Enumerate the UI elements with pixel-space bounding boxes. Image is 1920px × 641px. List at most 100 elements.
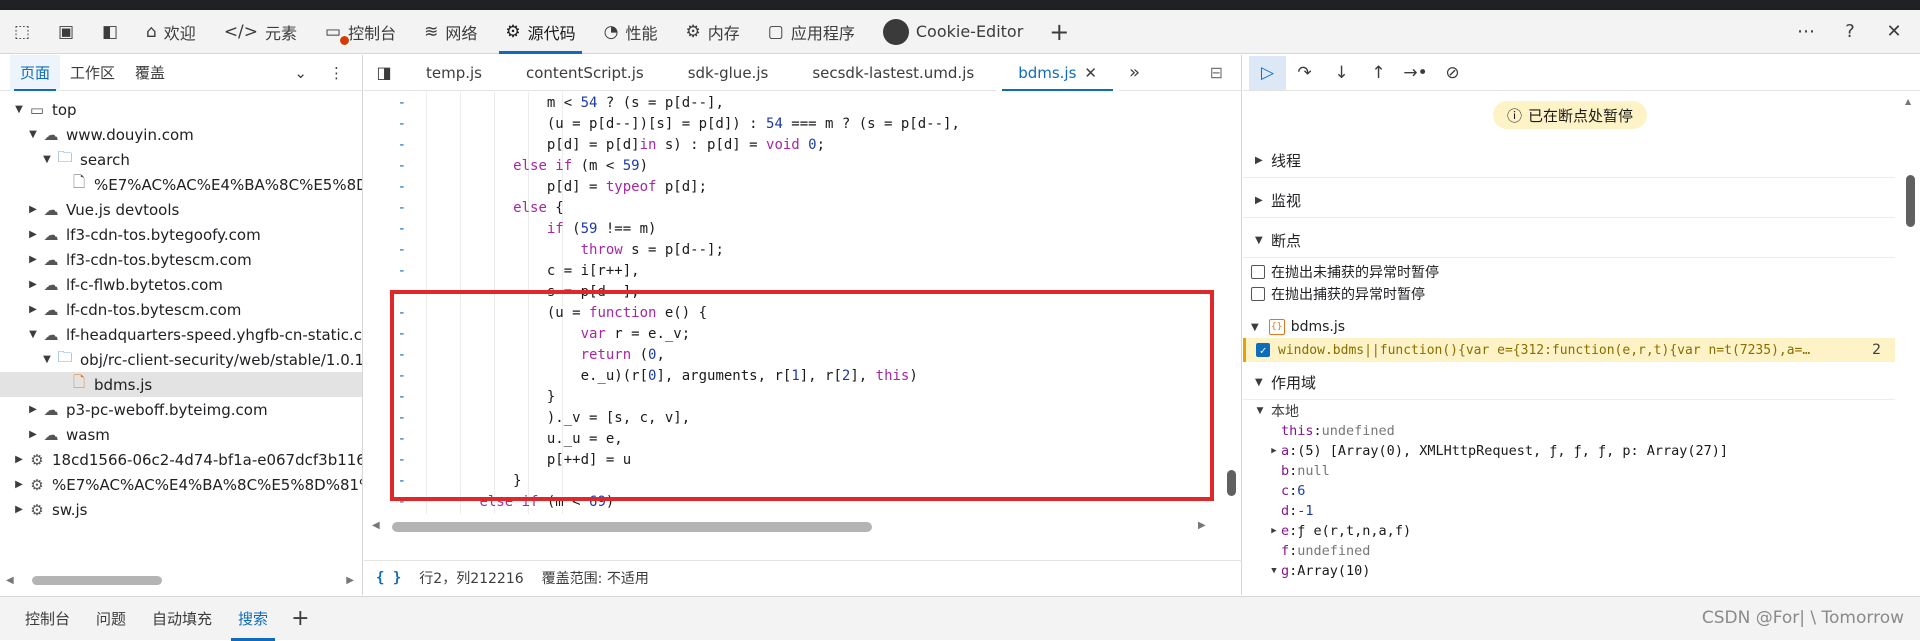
step-icon[interactable]: →• — [1397, 56, 1434, 90]
tab-console[interactable]: ▭ 控制台 — [311, 10, 410, 54]
file-tab[interactable]: temp.js — [404, 55, 504, 91]
tab-application[interactable]: ▢ 应用程序 — [754, 10, 869, 54]
section-threads[interactable]: ▶ 线程 — [1243, 144, 1895, 178]
step-into-icon[interactable]: ↓ — [1323, 56, 1360, 90]
code-line[interactable]: - if (59 !== m) — [364, 218, 1222, 239]
code-line[interactable]: - if (m < 67) { — [364, 512, 1222, 514]
code-line[interactable]: - else if (m < 59) — [364, 155, 1222, 176]
pause-caught-checkbox[interactable] — [1251, 287, 1265, 301]
tree-item[interactable]: ▶ ☁ lf3-cdn-tos.bytescm.com — [0, 247, 362, 272]
step-over-icon[interactable]: ↷ — [1286, 56, 1323, 90]
pause-uncaught-checkbox[interactable] — [1251, 265, 1265, 279]
sidebar-vertical-scrollbar[interactable]: ▲ — [1904, 95, 1916, 595]
drawer-tab[interactable]: 控制台 — [12, 597, 83, 641]
tree-item[interactable]: ▼ ▭ top — [0, 97, 362, 122]
code-line[interactable]: - p[d] = typeof p[d]; — [364, 176, 1222, 197]
more-options-icon[interactable]: ⋯ — [1786, 12, 1826, 52]
add-drawer-tab-button[interactable]: + — [281, 606, 319, 631]
chevron-down-icon[interactable]: ⌄ — [294, 64, 307, 82]
device-emulation-icon[interactable]: ▣ — [44, 10, 88, 54]
line-gutter[interactable]: - — [364, 116, 412, 132]
tree-item[interactable]: ▶ ☁ lf-cdn-tos.bytescm.com — [0, 297, 362, 322]
toggle-navigator-icon[interactable]: ◨ — [364, 63, 404, 82]
tree-item[interactable]: ▶ ☁ Vue.js devtools — [0, 197, 362, 222]
tree-item[interactable]: 🗋 bdms.js — [0, 372, 362, 397]
scroll-left-icon[interactable]: ◀ — [372, 520, 380, 531]
scrollbar-thumb[interactable] — [1906, 175, 1915, 227]
code-line[interactable]: - p[d] = p[d]in s) : p[d] = void 0; — [364, 134, 1222, 155]
scrollbar-thumb[interactable] — [32, 575, 162, 585]
tab-wifi[interactable]: ≋ 网络 — [410, 10, 491, 54]
file-tab[interactable]: contentScript.js — [504, 55, 666, 91]
file-tab[interactable]: secsdk-lastest.umd.js — [790, 55, 996, 91]
scope-variable[interactable]: ▶ a: (5) [Array(0), XMLHttpRequest, ƒ, ƒ,… — [1243, 441, 1895, 461]
scroll-right-icon[interactable]: ▶ — [1198, 520, 1206, 531]
tab-home[interactable]: ⌂ 欢迎 — [132, 10, 210, 54]
tree-item[interactable]: ▶ ☁ lf3-cdn-tos.bytegoofy.com — [0, 222, 362, 247]
toggle-sidebar-icon[interactable]: ◧ — [88, 10, 132, 54]
editor-horizontal-scrollbar[interactable]: ◀ ▶ — [364, 517, 1222, 537]
scope-variable[interactable]: this: undefined — [1243, 421, 1895, 441]
tree-item[interactable]: ▶ ⚙ 18cd1566-06c2-4d74-bf1a-e067dcf3b116 — [0, 447, 362, 472]
navigator-horizontal-scrollbar[interactable]: ◀ ▶ — [6, 573, 358, 587]
scope-variable[interactable]: b: null — [1243, 461, 1895, 481]
drawer-tab[interactable]: 搜索 — [225, 597, 281, 641]
scope-variable[interactable]: d: -1 — [1243, 501, 1895, 521]
tab-memory[interactable]: ⚙ 内存 — [672, 10, 754, 54]
close-devtools-icon[interactable]: ✕ — [1874, 12, 1914, 52]
tree-item[interactable]: 🗋 %E7%AC%AC%E4%BA%8C%E5%8D%8 — [0, 172, 362, 197]
breakpoint-checkbox[interactable]: ✓ — [1256, 343, 1270, 357]
line-gutter[interactable]: - — [364, 95, 412, 111]
pause-caught-row[interactable]: 在抛出捕获的异常时暂停 — [1251, 283, 1425, 305]
tree-item[interactable]: ▶ ☁ wasm — [0, 422, 362, 447]
inspect-element-icon[interactable]: ⬚ — [0, 10, 44, 54]
tree-item[interactable]: ▶ ☁ lf-c-flwb.bytetos.com — [0, 272, 362, 297]
breakpoint-file-row[interactable]: ▼ {} bdms.js — [1251, 316, 1345, 338]
drawer-tab[interactable]: 问题 — [83, 597, 139, 641]
code-line[interactable]: - m < 54 ? (s = p[d--], — [364, 92, 1222, 113]
add-tool-button[interactable]: + — [1037, 10, 1081, 54]
breakpoint-entry[interactable]: ✓ window.bdms||function(){var e={312:fun… — [1243, 338, 1895, 362]
line-gutter[interactable]: - — [364, 137, 412, 153]
resume-icon[interactable]: ▷ — [1249, 55, 1286, 90]
line-gutter[interactable]: - — [364, 200, 412, 216]
tab-overrides[interactable]: 覆盖 — [125, 55, 175, 91]
tree-item[interactable]: ▼ 🗀 search — [0, 147, 362, 172]
tree-item[interactable]: ▼ ☁ lf-headquarters-speed.yhgfb-cn-static.… — [0, 322, 362, 347]
step-out-icon[interactable]: ↑ — [1360, 56, 1397, 90]
file-tab[interactable]: bdms.js ✕ — [996, 54, 1119, 91]
tab-performance[interactable]: ◔ 性能 — [590, 10, 672, 54]
tree-item[interactable]: ▶ ☁ p3-pc-weboff.byteimg.com — [0, 397, 362, 422]
scope-variable[interactable]: c: 6 — [1243, 481, 1895, 501]
line-gutter[interactable]: - — [364, 179, 412, 195]
drawer-tab[interactable]: 自动填充 — [139, 597, 225, 641]
scrollbar-thumb[interactable] — [1227, 470, 1236, 496]
section-breakpoints[interactable]: ▼ 断点 — [1243, 224, 1895, 258]
line-gutter[interactable]: - — [364, 263, 412, 279]
tree-item[interactable]: ▼ ☁ www.douyin.com — [0, 122, 362, 147]
code-line[interactable]: - (u = p[d--])[s] = p[d]) : 54 === m ? (… — [364, 113, 1222, 134]
line-gutter[interactable]: - — [364, 158, 412, 174]
scroll-right-icon[interactable]: ▶ — [346, 575, 354, 586]
scope-variable[interactable]: ▶ e: ƒ e(r,t,n,a,f) — [1243, 521, 1895, 541]
help-icon[interactable]: ? — [1830, 12, 1870, 52]
line-gutter[interactable]: - — [364, 221, 412, 237]
tab-page[interactable]: 页面 — [10, 54, 61, 91]
section-watch[interactable]: ▶ 监视 — [1243, 184, 1895, 218]
close-tab-icon[interactable]: ✕ — [1084, 64, 1097, 82]
file-tab[interactable]: sdk-glue.js — [666, 55, 791, 91]
scroll-left-icon[interactable]: ◀ — [6, 575, 14, 586]
deactivate-breakpoints-icon[interactable]: ⊘ — [1434, 56, 1471, 90]
tab-code-brackets[interactable]: </> 元素 — [210, 10, 311, 54]
tree-item[interactable]: ▼ 🗀 obj/rc-client-security/web/stable/1.0.… — [0, 347, 362, 372]
pretty-print-button[interactable]: { } — [376, 570, 401, 586]
tab-sources[interactable]: ⚙ 源代码 — [491, 10, 589, 54]
code-line[interactable]: - throw s = p[d--]; — [364, 239, 1222, 260]
tree-item[interactable]: ▶ ⚙ sw.js — [0, 497, 362, 522]
section-scope[interactable]: ▼ 作用域 — [1243, 366, 1895, 400]
more-tabs-icon[interactable]: » — [1119, 62, 1150, 83]
scope-variable[interactable]: f: undefined — [1243, 541, 1895, 561]
code-line[interactable]: - else { — [364, 197, 1222, 218]
scrollbar-thumb[interactable] — [392, 522, 872, 532]
tab-cookie[interactable]: Cookie-Editor — [869, 10, 1037, 54]
